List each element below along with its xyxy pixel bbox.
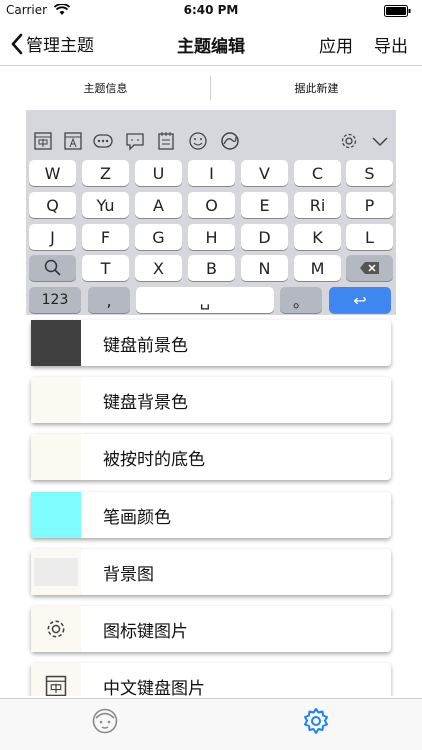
export-button[interactable]: 导出 [374, 32, 408, 57]
key-h[interactable]: H [188, 224, 235, 250]
chevron-left-icon [11, 33, 23, 54]
color-swatch [31, 320, 81, 366]
color-swatch [31, 492, 81, 538]
tab-bar [0, 698, 422, 750]
grid-a-icon[interactable] [62, 130, 84, 152]
keyboard-preview: W Z U I V C S Q Yu A O E Ri P J F G H D … [26, 110, 396, 315]
segment-bar: 主题信息 据此新建 [0, 66, 422, 110]
key-i[interactable]: I [188, 160, 235, 186]
list-item-background-color[interactable]: 键盘背景色 [31, 377, 391, 423]
status-bar: Carrier 6:40 PM [0, 0, 422, 22]
segment-divider [210, 76, 211, 100]
speech-bubble-icon[interactable] [124, 130, 146, 152]
key-s[interactable]: S [346, 160, 393, 186]
tab-create-from-this[interactable]: 据此新建 [211, 66, 422, 110]
keyboard-toolbar [26, 128, 396, 154]
tab-theme-info[interactable]: 主题信息 [0, 66, 211, 110]
navigation-bar: 管理主题 主题编辑 应用 导出 [0, 22, 422, 66]
list-item-label: 背景图 [103, 564, 154, 585]
key-b[interactable]: B [188, 255, 235, 281]
key-yu[interactable]: Yu [82, 192, 129, 218]
delete-key[interactable] [346, 255, 393, 281]
key-j[interactable]: J [29, 224, 76, 250]
settings-list: 键盘前景色 键盘背景色 被按时的底色 笔画颜色 背景图 图标键图片 中文键盘图片 [0, 316, 422, 696]
key-o[interactable]: O [188, 192, 235, 218]
return-key[interactable]: ↩ [329, 287, 391, 313]
apply-button[interactable]: 应用 [319, 32, 353, 57]
face-icon [92, 708, 118, 734]
list-item-label: 键盘背景色 [103, 392, 188, 413]
grid-cn-icon [45, 675, 67, 696]
search-icon [44, 259, 61, 276]
list-item-background-image[interactable]: 背景图 [31, 549, 391, 595]
key-v[interactable]: V [241, 160, 288, 186]
key-l[interactable]: L [346, 224, 393, 250]
notepad-icon[interactable] [155, 130, 177, 152]
color-swatch [31, 434, 81, 480]
globe-swirl-icon[interactable] [219, 130, 241, 152]
tab-settings[interactable] [302, 707, 330, 735]
key-t[interactable]: T [82, 255, 129, 281]
grid-cn-icon[interactable] [32, 130, 54, 152]
list-item-foreground-color[interactable]: 键盘前景色 [31, 320, 391, 366]
chat-dots-icon[interactable] [92, 130, 114, 152]
list-item-pressed-color[interactable]: 被按时的底色 [31, 434, 391, 480]
key-d[interactable]: D [241, 224, 288, 250]
list-item-label: 笔画颜色 [103, 507, 171, 528]
key-x[interactable]: X [135, 255, 182, 281]
gear-icon[interactable] [338, 130, 360, 152]
period-key[interactable]: 。 [280, 287, 322, 313]
key-m[interactable]: M [294, 255, 341, 281]
list-item-label: 被按时的底色 [103, 449, 205, 470]
image-thumbnail [31, 549, 81, 595]
back-button[interactable]: 管理主题 [10, 31, 94, 56]
list-item-label: 中文键盘图片 [103, 678, 205, 697]
list-item-stroke-color[interactable]: 笔画颜色 [31, 492, 391, 538]
space-key[interactable]: ␣ [136, 287, 274, 313]
list-item-chinese-keyboard-image[interactable]: 中文键盘图片 [31, 663, 391, 696]
list-item-label: 键盘前景色 [103, 335, 188, 356]
smiley-icon[interactable] [187, 130, 209, 152]
background-image-preview [34, 558, 78, 586]
gear-icon [47, 620, 65, 638]
key-q[interactable]: Q [29, 192, 76, 218]
search-key[interactable] [29, 255, 76, 281]
key-ri[interactable]: Ri [294, 192, 341, 218]
battery-icon [384, 5, 412, 17]
chevron-down-icon[interactable] [369, 130, 391, 152]
list-item-label: 图标键图片 [103, 621, 188, 642]
key-a[interactable]: A [135, 192, 182, 218]
key-z[interactable]: Z [82, 160, 129, 186]
key-n[interactable]: N [241, 255, 288, 281]
tab-face[interactable] [91, 707, 119, 735]
image-thumbnail [31, 663, 81, 696]
key-c[interactable]: C [294, 160, 341, 186]
number-key[interactable]: 123 [29, 287, 81, 313]
list-item-icon-key-image[interactable]: 图标键图片 [31, 606, 391, 652]
comma-key[interactable]: , [88, 287, 130, 313]
back-label: 管理主题 [26, 36, 94, 56]
color-swatch [31, 377, 81, 423]
key-w[interactable]: W [29, 160, 76, 186]
backspace-icon [359, 262, 379, 274]
key-f[interactable]: F [82, 224, 129, 250]
key-u[interactable]: U [135, 160, 182, 186]
clock: 6:40 PM [183, 3, 239, 17]
gear-icon [304, 708, 328, 734]
image-thumbnail [31, 606, 81, 652]
key-g[interactable]: G [135, 224, 182, 250]
key-e[interactable]: E [241, 192, 288, 218]
key-p[interactable]: P [346, 192, 393, 218]
key-k[interactable]: K [294, 224, 341, 250]
